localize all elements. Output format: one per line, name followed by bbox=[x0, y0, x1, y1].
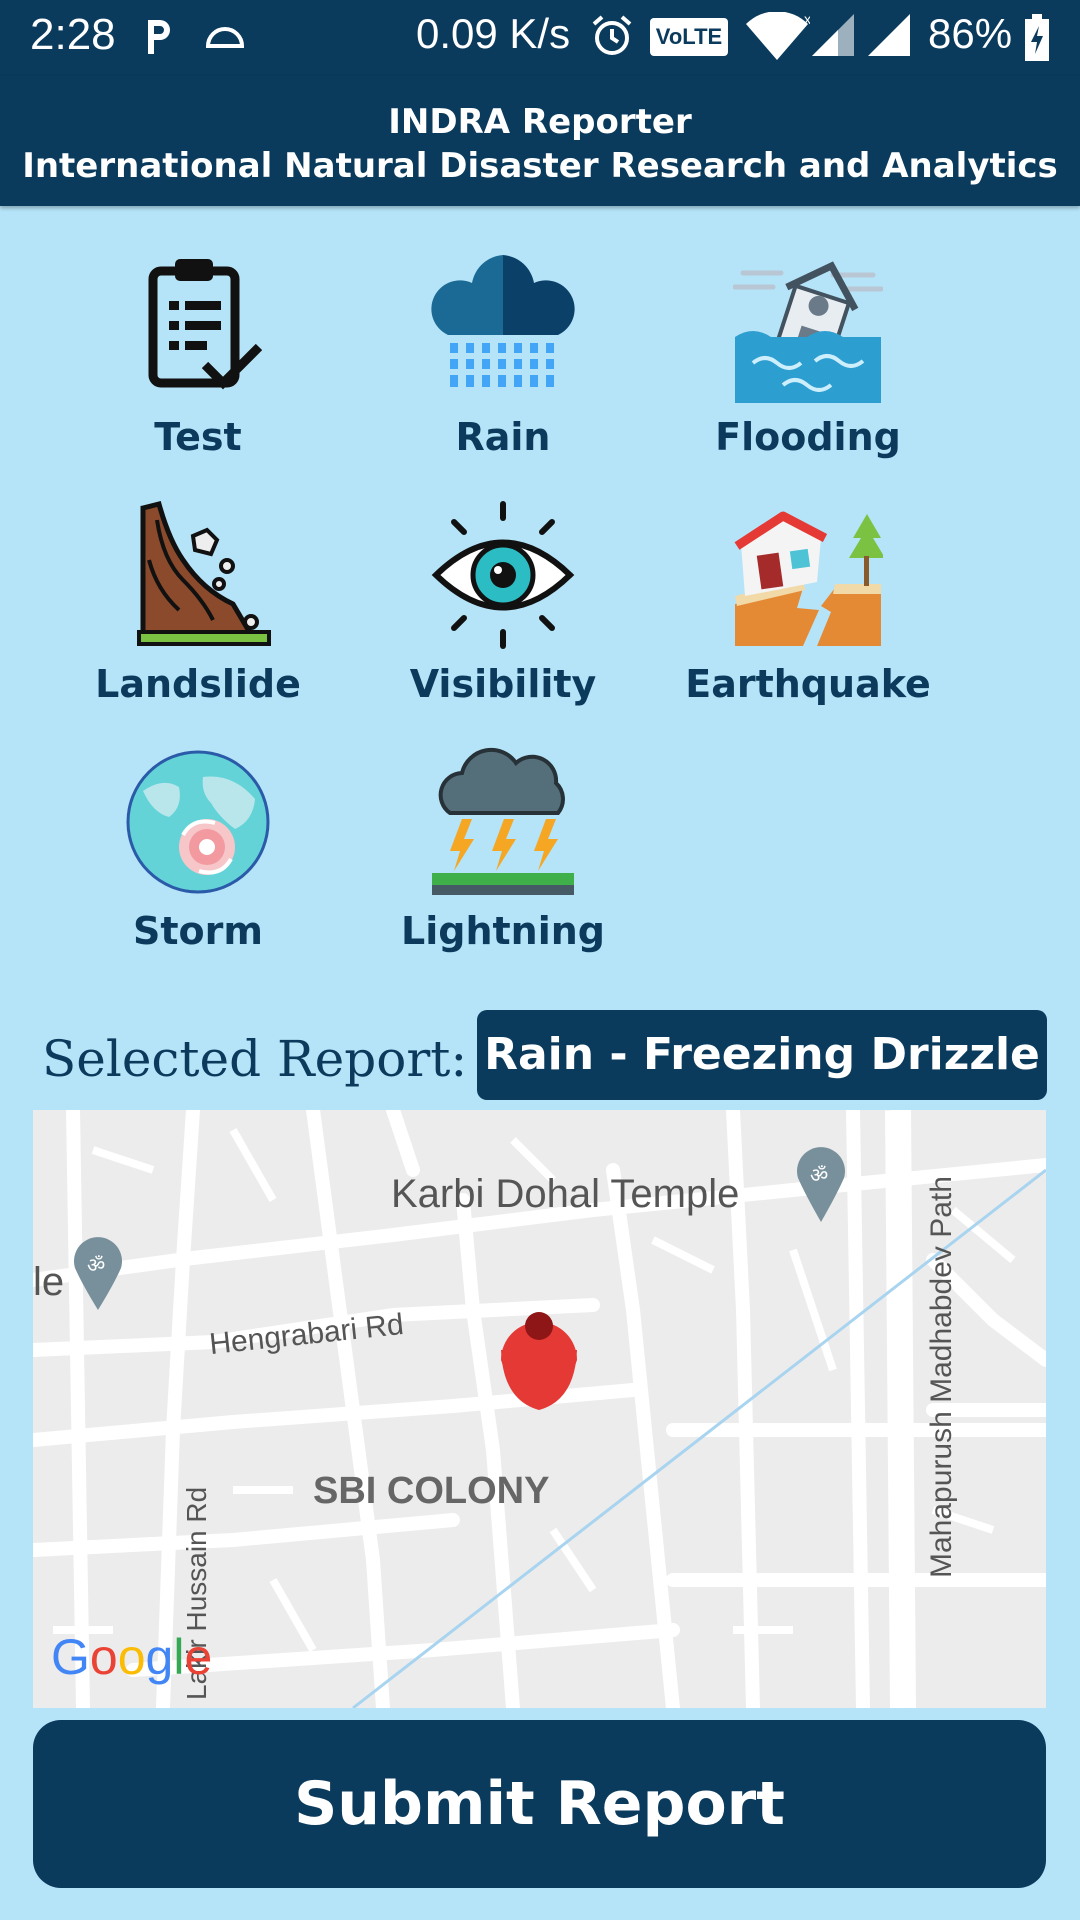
category-rain[interactable]: Rain bbox=[353, 253, 653, 483]
landslide-icon bbox=[137, 500, 271, 646]
cyclone-globe-icon bbox=[126, 750, 270, 894]
category-visibility[interactable]: Visibility bbox=[353, 500, 653, 730]
category-label: Flooding bbox=[715, 415, 901, 459]
network-speed: 0.09 K/s bbox=[416, 10, 571, 57]
app-header: INDRA Reporter International Natural Dis… bbox=[0, 76, 1080, 206]
selected-report-label: Selected Report: bbox=[42, 1030, 468, 1088]
rain-cloud-icon bbox=[431, 255, 575, 387]
map-label-mahapurush-path: Mahapurush Madhabdev Path bbox=[925, 1176, 958, 1578]
submit-report-button[interactable]: Submit Report bbox=[33, 1720, 1046, 1888]
map-label-partial: le bbox=[33, 1260, 65, 1304]
category-label: Lightning bbox=[401, 909, 605, 953]
category-earthquake[interactable]: Earthquake bbox=[658, 500, 958, 730]
category-label: Visibility bbox=[409, 662, 597, 706]
category-label: Rain bbox=[455, 415, 551, 459]
thunderstorm-icon bbox=[432, 747, 574, 895]
battery-charging-icon bbox=[1025, 14, 1049, 61]
wifi-icon: x bbox=[746, 12, 810, 60]
clipboard-check-icon bbox=[148, 259, 263, 390]
parking-icon bbox=[148, 20, 170, 54]
alarm-icon bbox=[592, 15, 632, 55]
category-storm[interactable]: Storm bbox=[48, 747, 348, 977]
temple-poi-icon: ॐ bbox=[796, 1147, 846, 1222]
category-label: Landslide bbox=[95, 662, 301, 706]
eye-icon bbox=[431, 501, 575, 649]
location-map[interactable]: ॐ ॐ Karbi Dohal Temple le Hengrabari Rd … bbox=[33, 1110, 1046, 1708]
status-bar: 2:28 0.09 K/s VoLTE x 86% bbox=[0, 0, 1080, 76]
app-title: INDRA Reporter bbox=[388, 102, 692, 142]
category-label: Earthquake bbox=[685, 662, 931, 706]
battery-percent: 86% bbox=[928, 10, 1013, 57]
flood-house-icon bbox=[733, 261, 883, 403]
cloud-icon bbox=[205, 27, 245, 48]
signal-icon bbox=[868, 14, 910, 56]
category-label: Storm bbox=[133, 909, 263, 953]
map-label-sbi-colony: SBI COLONY bbox=[313, 1470, 550, 1512]
svg-text:ॐ: ॐ bbox=[87, 1253, 105, 1277]
category-lightning[interactable]: Lightning bbox=[353, 747, 653, 977]
earthquake-house-icon bbox=[734, 511, 883, 646]
category-landslide[interactable]: Landslide bbox=[48, 500, 348, 730]
app-subtitle: International Natural Disaster Research … bbox=[22, 146, 1058, 186]
selected-report-value[interactable]: Rain - Freezing Drizzle bbox=[477, 1010, 1047, 1100]
report-category-grid: Test Rain Flooding Landslide Visibility … bbox=[0, 206, 1080, 986]
volte-badge: VoLTE bbox=[650, 18, 728, 56]
svg-text:Google: Google bbox=[51, 1629, 212, 1685]
category-flooding[interactable]: Flooding bbox=[658, 253, 958, 483]
map-label-temple: Karbi Dohal Temple bbox=[391, 1172, 740, 1216]
category-label: Test bbox=[154, 415, 242, 459]
google-logo: Google bbox=[51, 1629, 212, 1685]
svg-text:ॐ: ॐ bbox=[810, 1163, 828, 1187]
signal-icon bbox=[812, 14, 854, 56]
status-time: 2:28 bbox=[30, 10, 116, 59]
category-test[interactable]: Test bbox=[48, 253, 348, 483]
